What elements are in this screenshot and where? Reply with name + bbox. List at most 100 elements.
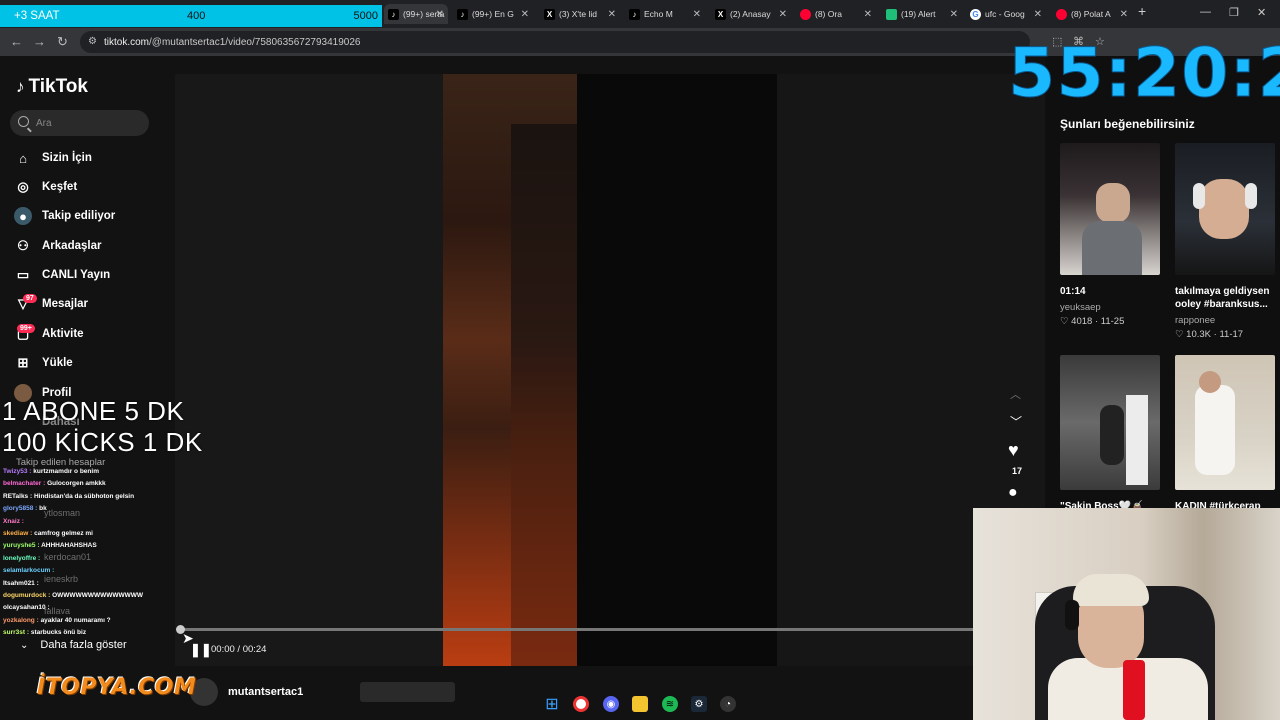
tab-7[interactable]: (19) Alert ✕	[882, 4, 962, 24]
x-icon: X	[544, 8, 555, 20]
sidebar-item-upload[interactable]: ⊞ Yükle	[14, 353, 73, 373]
reload-icon[interactable]: ↻	[57, 34, 68, 50]
address-bar[interactable]: ⚙ tiktok.com/@mutantsertac1/video/758063…	[80, 31, 1030, 53]
chat-username: belmachater :	[3, 480, 48, 488]
file-explorer-icon[interactable]	[632, 696, 648, 712]
comment-icon[interactable]: ●	[1008, 484, 1018, 502]
close-window-icon[interactable]: ✕	[1257, 6, 1266, 19]
chat-message: olcaysahan10 :	[3, 604, 50, 611]
sidebar-item-following[interactable]: ● Takip ediliyor	[14, 206, 115, 226]
obs-icon[interactable]: ◔	[720, 696, 736, 712]
chat-message: belmachater : Gulocorgen amkkk	[3, 480, 106, 487]
heart-icon: ♡	[1175, 329, 1184, 340]
tiktok-icon: ♪	[457, 8, 468, 20]
player-backdrop-left	[175, 74, 443, 666]
search-icon	[18, 116, 29, 127]
sidebar-item-explore[interactable]: ◎ Keşfet	[14, 177, 77, 197]
video-frame[interactable]	[443, 74, 777, 666]
close-icon[interactable]: ✕	[693, 9, 701, 20]
close-icon[interactable]: ✕	[864, 9, 872, 20]
chat-username: selamlarkocum :	[3, 567, 55, 575]
chat-username: yozkalong :	[3, 616, 41, 624]
recommended-card[interactable]: "Sakin Boss🤍🧉	[1060, 355, 1160, 513]
forward-icon[interactable]: →	[33, 34, 46, 49]
card-user[interactable]: rapponee	[1175, 315, 1275, 326]
close-icon[interactable]: ✕	[436, 9, 444, 20]
recommended-card[interactable]: takılmaya geldiysen ooley #baranksus... …	[1175, 143, 1275, 340]
recommended-card[interactable]: 01:14 yeuksaep ♡ 4018 · 11-25	[1060, 143, 1160, 327]
tab-2[interactable]: ♪ (99+) En G ✕	[453, 4, 533, 24]
chat-message: glory5858 : bk	[3, 505, 47, 512]
tab-3[interactable]: X (3) X'te lid ✕	[540, 4, 620, 24]
close-icon[interactable]: ✕	[1120, 9, 1128, 20]
close-icon[interactable]: ✕	[1034, 9, 1042, 20]
next-video-icon[interactable]: ﹀	[1010, 413, 1022, 430]
chat-username: olcaysahan10 :	[3, 604, 50, 612]
video-progress-bar[interactable]	[180, 628, 975, 631]
video-thumbnail[interactable]	[1175, 143, 1275, 275]
card-caption: takılmaya geldiysen ooley #baranksus...	[1175, 286, 1270, 310]
chat-text: starbucks önü biz	[30, 629, 87, 637]
chat-message: surr3st : starbucks önü biz	[3, 629, 86, 636]
video-player[interactable]	[175, 74, 1045, 666]
video-thumbnail[interactable]	[1060, 355, 1160, 490]
show-more-button[interactable]: ⌄ Daha fazla göster	[20, 639, 127, 651]
spotify-icon[interactable]: ≋	[662, 696, 678, 712]
chat-text: Gulocorgen amkkk	[47, 480, 106, 488]
mouse-cursor-icon: ➤	[182, 630, 194, 646]
chat-text: Hindistan'da da sübhoton gelsin	[33, 492, 135, 500]
chat-message: Itsahm021 :	[3, 580, 39, 587]
like-count: 17	[1011, 466, 1022, 476]
close-icon[interactable]: ✕	[608, 9, 616, 20]
minimize-icon[interactable]: —	[1200, 6, 1211, 18]
tab-9[interactable]: (8) Polat A ✕	[1052, 4, 1132, 24]
author-row[interactable]: mutantsertac1	[190, 678, 303, 706]
tab-5[interactable]: X (2) Anasay ✕	[711, 4, 791, 24]
chrome-icon[interactable]	[573, 696, 589, 712]
follow-button[interactable]	[360, 682, 455, 702]
chat-message: yuruyshe5 : AHHHAHAHSHAS	[3, 542, 97, 549]
tiktok-logo[interactable]: ♪ TikTok	[16, 76, 88, 98]
sidebar-item-live[interactable]: ▭ CANLI Yayın	[14, 265, 110, 285]
tab-1[interactable]: ♪ (99+) serta ✕	[384, 4, 448, 24]
streamer-webcam	[973, 508, 1280, 720]
card-user[interactable]: yeuksaep	[1060, 302, 1160, 313]
x-icon: X	[715, 8, 726, 20]
site-info-icon[interactable]: ⚙	[88, 36, 97, 47]
close-icon[interactable]: ✕	[521, 9, 529, 20]
like-heart-icon[interactable]: ♥	[1008, 440, 1019, 461]
discord-icon[interactable]: ◉	[603, 696, 619, 712]
steam-icon[interactable]: ⚙	[691, 696, 707, 712]
screen: { "overlay_bar": { "left": "+3 SAAT", "m…	[0, 0, 1280, 720]
sidebar-item-for-you[interactable]: ⌂ Sizin İçin	[14, 148, 92, 168]
video-thumbnail[interactable]	[1175, 355, 1275, 490]
chevron-down-icon: ⌄	[20, 639, 29, 651]
close-icon[interactable]: ✕	[950, 9, 958, 20]
close-icon[interactable]: ✕	[779, 9, 787, 20]
chat-message: Twizy53 : kurtzmamdır o benim	[3, 468, 99, 475]
search-input[interactable]: Ara	[10, 110, 149, 136]
tiktok-icon: ♪	[629, 8, 640, 20]
chat-text: camfrog gelmez mi	[34, 530, 93, 537]
chat-message: RETalks : Hindistan'da da sübhoton gelsi…	[3, 493, 134, 500]
previous-video-icon[interactable]: ︿	[1010, 386, 1021, 402]
windows-start-icon[interactable]: ⊞	[544, 696, 560, 713]
back-icon[interactable]: ←	[10, 34, 23, 49]
sidebar-item-friends[interactable]: ⚇ Arkadaşlar	[14, 236, 101, 256]
tab-6[interactable]: (8) Ora ✕	[796, 4, 876, 24]
stream-rule-subscribe: 1 ABONE 5 DK	[2, 396, 185, 426]
tab-8[interactable]: G ufc - Goog ✕	[966, 4, 1046, 24]
tab-4[interactable]: ♪ Echo M ✕	[625, 4, 705, 24]
chat-username: dogumurdock :	[3, 592, 53, 599]
card-meta: ♡ 4018 · 11-25	[1060, 316, 1125, 327]
chat-text: bk	[39, 505, 47, 513]
chat-username: Xnaiz :	[3, 517, 24, 525]
recommended-card[interactable]: KADIN #türkçerap	[1175, 355, 1275, 513]
video-thumbnail[interactable]	[1060, 143, 1160, 275]
chat-username: yuruyshe5 :	[3, 542, 42, 550]
maximize-icon[interactable]: ❐	[1229, 6, 1239, 19]
author-name[interactable]: mutantsertac1	[228, 686, 303, 698]
new-tab-button[interactable]: +	[1138, 3, 1146, 19]
activity-badge: 99+	[17, 324, 35, 333]
chat-message: selamlarkocum :	[3, 567, 54, 574]
